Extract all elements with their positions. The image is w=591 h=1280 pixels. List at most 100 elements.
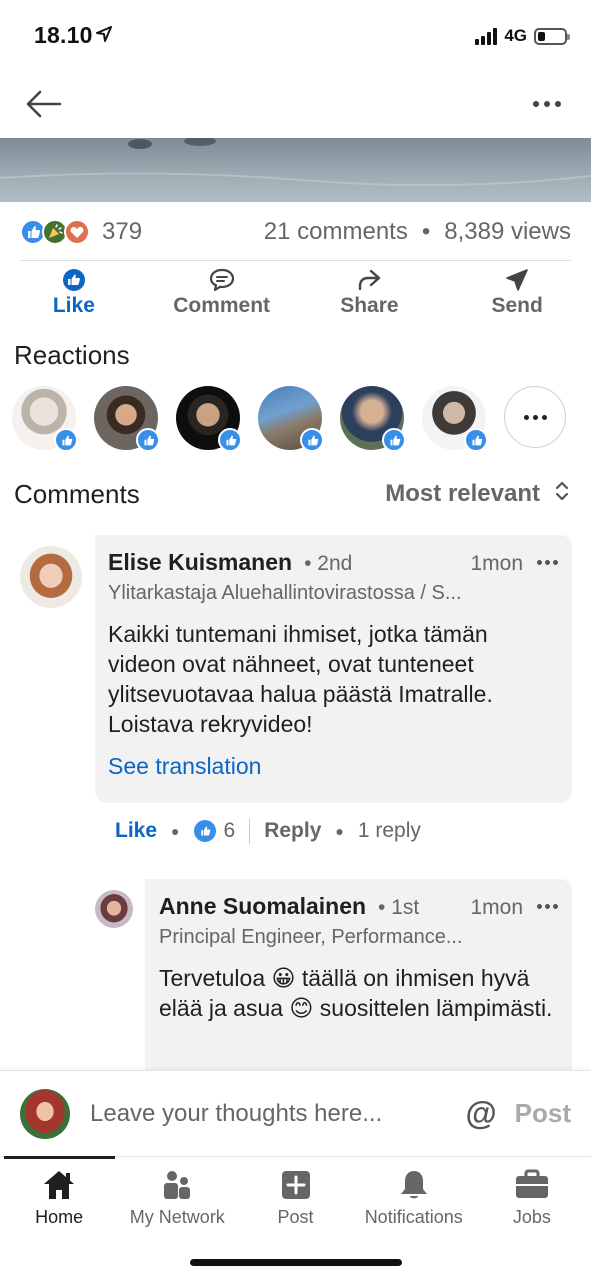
active-tab-indicator [4,1156,115,1159]
more-options-icon[interactable] [527,84,567,124]
like-badge-icon [382,428,406,452]
comment-icon [209,266,235,294]
comments-heading: Comments [14,478,140,509]
comment-bubble: Elise Kuismanen • 2nd 1mon Ylitarkastaja… [95,535,572,803]
sort-dropdown[interactable]: Most relevant [385,480,570,509]
separator-dot: ● [335,823,344,839]
tab-label: Jobs [512,1207,551,1227]
tab-label: Post [277,1207,314,1227]
back-arrow-icon[interactable] [24,84,64,124]
tab-notifications[interactable]: Notifications [355,1165,473,1237]
post-media[interactable] [0,138,591,202]
comment-composer: @ Post [0,1070,591,1156]
views-count[interactable]: 8,389 views [444,218,571,246]
share-button[interactable]: Share [296,266,444,324]
reaction-count[interactable]: 379 [102,218,142,246]
like-button[interactable]: Like [0,266,148,324]
share-label: Share [340,294,399,317]
comment-like-count[interactable]: 6 [224,819,236,843]
separator-dot: ● [171,823,180,839]
post-actions: Like Comment Share Send [0,266,591,324]
send-button[interactable]: Send [443,266,591,324]
reply-bubble: Anne Suomalainen • 1st 1mon Principal En… [145,879,572,1079]
comments-count[interactable]: 21 comments [264,218,408,246]
comment-like-button[interactable]: Like [115,819,157,843]
divider [20,260,571,261]
network-type: 4G [504,26,527,45]
share-arrow-icon [356,266,382,294]
like-badge-icon [136,428,160,452]
comments-header: Comments Most relevant [14,476,570,512]
reactor-avatars [12,386,572,452]
like-icon [62,266,86,294]
send-label: Send [491,294,543,317]
commenter-avatar[interactable] [20,546,82,608]
briefcase-icon [514,1165,550,1205]
status-time: 18.10 [34,22,93,48]
location-arrow-icon [96,26,112,47]
like-badge-icon [464,428,488,452]
engagement-summary: 21 comments • 8,389 views [264,218,571,246]
reply-text: Tervetuloa 😀 täällä on ihmisen hyvä elää… [159,965,553,1021]
comment-button[interactable]: Comment [148,266,296,324]
home-icon [42,1165,76,1205]
send-paper-plane-icon [505,266,529,294]
comment-label: Comment [173,294,271,317]
post-stats: 379 21 comments • 8,389 views [20,214,571,250]
battery-icon [534,27,570,45]
bottom-tab-bar: Home My Network Post Notifications Jobs [0,1156,591,1280]
replier-headline: Principal Engineer, Performance... [159,926,463,948]
comment-time: 1mon [470,552,523,575]
tab-label: Home [35,1207,84,1227]
commenter-headline: Ylitarkastaja Aluehallintovirastossa / S… [108,582,462,604]
reactor-avatar[interactable] [422,386,488,452]
see-translation-link[interactable]: See translation [108,753,558,780]
post-plus-icon [280,1165,312,1205]
bell-icon [398,1165,430,1205]
reactor-avatar[interactable] [12,386,78,452]
reactor-avatar[interactable] [176,386,242,452]
mention-at-icon[interactable]: @ [465,1095,496,1132]
reactor-avatar[interactable] [94,386,160,452]
like-badge-icon [300,428,324,452]
like-count-icon [193,820,216,842]
like-badge-icon [54,428,78,452]
stats-separator: • [421,218,431,245]
reply-button[interactable]: Reply [264,819,321,843]
network-icon [160,1165,194,1205]
reactor-avatar[interactable] [258,386,324,452]
signal-icon [475,27,498,45]
tab-home[interactable]: Home [0,1165,118,1237]
like-badge-icon [218,428,242,452]
connection-degree: • 1st [378,896,420,919]
reactions-heading: Reactions [14,340,130,370]
comment-input[interactable] [90,1099,458,1128]
reaction-icons[interactable] [20,219,90,245]
tab-my-network[interactable]: My Network [118,1165,236,1237]
status-bar: 18.10 4G [0,0,591,70]
replier-avatar[interactable] [95,890,133,928]
top-nav-bar [0,70,591,138]
replier-name[interactable]: Anne Suomalainen [159,893,366,920]
sort-chevron-icon [554,480,570,509]
tab-post[interactable]: Post [236,1165,354,1237]
status-indicators: 4G [475,26,570,46]
home-indicator [190,1259,402,1266]
divider [249,818,251,844]
like-label: Like [52,294,95,317]
comment-more-icon[interactable] [537,560,558,565]
user-avatar [20,1088,70,1139]
reply-time: 1mon [470,896,523,919]
sort-label: Most relevant [385,480,540,507]
tab-label: Notifications [364,1207,463,1227]
reactor-avatar[interactable] [340,386,406,452]
love-reaction-icon [64,219,90,245]
commenter-name[interactable]: Elise Kuismanen [108,549,292,576]
tab-label: My Network [129,1207,225,1227]
comment-text: Kaikki tuntemani ihmiset, jotka tämän vi… [108,621,493,737]
reply-more-icon[interactable] [537,904,558,909]
tab-jobs[interactable]: Jobs [473,1165,591,1237]
reply-count[interactable]: 1 reply [358,819,421,843]
more-reactions-button[interactable] [504,386,566,448]
post-comment-button[interactable]: Post [515,1098,571,1129]
